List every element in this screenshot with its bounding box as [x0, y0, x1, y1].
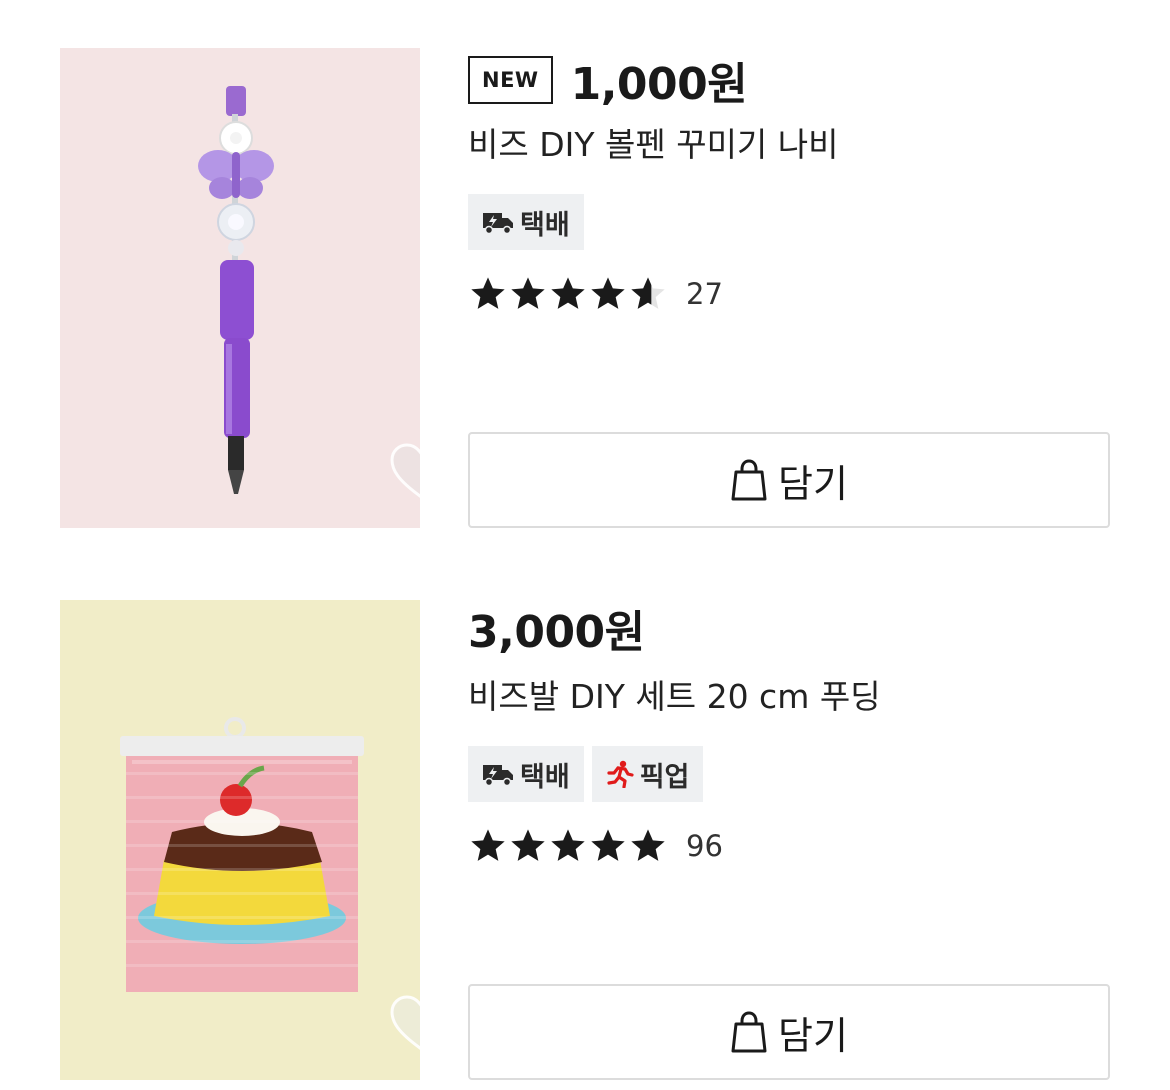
running-person-icon — [607, 760, 634, 788]
star-full-icon — [591, 277, 625, 309]
delivery-badge: 택배 — [468, 746, 584, 802]
rating: 96 — [468, 826, 723, 866]
add-to-cart-button[interactable]: 담기 — [468, 984, 1110, 1080]
cart-button-label: 담기 — [778, 1013, 848, 1058]
star-rating — [468, 274, 668, 314]
price-row: 3,000원 — [468, 600, 645, 658]
pickup-badge: 픽업 — [591, 746, 704, 802]
star-half-icon — [631, 277, 665, 309]
product-name[interactable]: 비즈발 DIY 세트 20 cm 푸딩 — [468, 670, 881, 718]
product-image-pen[interactable] — [60, 48, 420, 528]
star-full-icon — [631, 829, 665, 861]
star-full-icon — [471, 829, 505, 861]
shopping-bag-icon — [731, 1011, 767, 1053]
review-count[interactable]: 96 — [686, 829, 723, 863]
delivery-truck-icon — [483, 213, 513, 234]
badge-label: 택배 — [520, 761, 570, 793]
product-card: NEW 1,000원 비즈 DIY 볼펜 꾸미기 나비 택배 27 담기 — [0, 48, 1170, 538]
rating: 27 — [468, 274, 723, 314]
review-count[interactable]: 27 — [686, 277, 723, 311]
product-card: 3,000원 비즈발 DIY 세트 20 cm 푸딩 택배 픽업 96 담기 — [0, 600, 1170, 1090]
star-full-icon — [511, 829, 545, 861]
product-price: 1,000원 — [570, 59, 748, 110]
badge-label: 픽업 — [639, 761, 690, 793]
cart-button-label: 담기 — [778, 461, 848, 506]
shipping-badges: 택배 픽업 — [468, 746, 704, 802]
wishlist-heart-icon[interactable] — [388, 994, 420, 1052]
star-full-icon — [591, 829, 625, 861]
price-row: NEW 1,000원 — [468, 52, 748, 110]
star-rating — [468, 826, 668, 866]
product-name[interactable]: 비즈 DIY 볼펜 꾸미기 나비 — [468, 118, 839, 166]
star-full-icon — [511, 277, 545, 309]
shopping-bag-icon — [731, 459, 767, 501]
delivery-truck-icon — [483, 765, 513, 786]
delivery-badge: 택배 — [468, 194, 584, 250]
product-price: 3,000원 — [468, 607, 645, 658]
new-badge: NEW — [468, 56, 553, 104]
product-info: 3,000원 비즈발 DIY 세트 20 cm 푸딩 택배 픽업 96 담기 — [468, 600, 1110, 1080]
shipping-badges: 택배 — [468, 194, 584, 250]
star-full-icon — [551, 277, 585, 309]
product-image-pudding[interactable] — [60, 600, 420, 1080]
badge-label: 택배 — [520, 209, 570, 241]
star-full-icon — [551, 829, 585, 861]
wishlist-heart-icon[interactable] — [388, 442, 420, 500]
product-info: NEW 1,000원 비즈 DIY 볼펜 꾸미기 나비 택배 27 담기 — [468, 48, 1110, 528]
add-to-cart-button[interactable]: 담기 — [468, 432, 1110, 528]
star-full-icon — [471, 277, 505, 309]
